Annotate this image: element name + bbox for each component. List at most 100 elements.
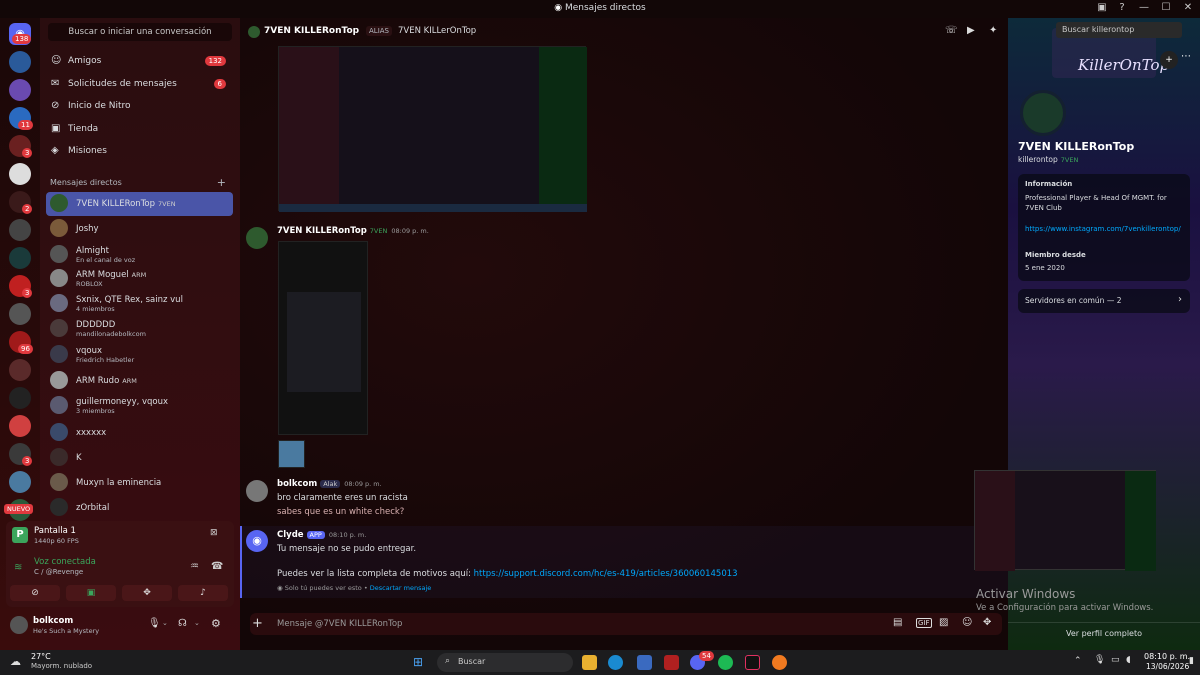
dismiss-message-link[interactable]: Descartar mensaje (370, 584, 432, 592)
clyde-avatar[interactable]: ◉ (246, 530, 268, 552)
app-icon[interactable] (637, 655, 652, 670)
profile-avatar[interactable] (1020, 90, 1066, 136)
edge-icon[interactable] (608, 655, 623, 670)
chevron-up-icon[interactable]: ⌃ (1074, 656, 1082, 666)
chevron-down-icon[interactable]: ⌄ (162, 619, 168, 627)
message-image[interactable] (278, 46, 587, 212)
headphones-icon[interactable]: ☊ (178, 618, 187, 629)
dm-item[interactable]: vqoux Friedrich Habetler (46, 343, 233, 367)
add-dm-icon[interactable]: + (217, 176, 226, 189)
dm-item[interactable]: 7VEN KILLERonTop 7VEN (46, 192, 233, 216)
dm-item[interactable]: Sxnix, QTE Rex, sainz vul 4 miembros (46, 292, 233, 316)
windows-start-icon[interactable]: ⊞ (413, 655, 428, 670)
dm-item[interactable]: K (46, 446, 233, 470)
server-icon[interactable] (9, 303, 31, 325)
requests-count-badge: 6 (213, 79, 226, 89)
server-icon[interactable] (9, 247, 31, 269)
dm-item[interactable]: ARM Moguel ARM ROBLOX (46, 267, 233, 291)
clock-date[interactable]: 13/06/2026 (1146, 662, 1189, 671)
notifications-icon[interactable]: ▮ (1189, 656, 1194, 666)
add-attachment-icon[interactable]: + (250, 613, 265, 635)
video-call-icon[interactable]: ▶ (967, 25, 975, 36)
pin-icon[interactable]: ✦ (989, 25, 997, 36)
dm-search-button[interactable]: Buscar o iniciar una conversación (48, 23, 232, 41)
server-icon[interactable] (9, 471, 31, 493)
message-text: sabes que es un white check? (277, 507, 405, 517)
share-screen-button[interactable]: ▣ (66, 585, 116, 601)
weather-desc: Mayorm. nublado (31, 662, 93, 670)
monitor-tray-icon[interactable]: ▭ (1111, 655, 1120, 665)
dm-item[interactable]: Joshy (46, 217, 233, 241)
settings-gear-icon[interactable]: ⚙ (211, 617, 221, 630)
avatar[interactable] (246, 227, 268, 249)
message-author[interactable]: bolkcom (277, 479, 317, 489)
stream-preview[interactable] (974, 470, 1156, 571)
view-full-profile-button[interactable]: Ver perfil completo (1008, 622, 1200, 644)
mutual-servers-button[interactable]: Servidores en común — 2 › (1018, 289, 1190, 313)
nav-nitro[interactable]: ⊘ Inicio de Nitro (48, 96, 234, 116)
nav-friends[interactable]: ☺ Amigos 132 (48, 51, 234, 71)
maximize-icon[interactable]: ☐ (1156, 2, 1176, 13)
app-icon[interactable] (664, 655, 679, 670)
gif-icon[interactable]: GIF (916, 618, 932, 628)
server-icon[interactable] (9, 51, 31, 73)
mic-icon[interactable]: 🎙︎ (148, 618, 161, 629)
close-icon[interactable]: ✕ (1178, 2, 1198, 13)
soundboard-button[interactable]: ♪ (178, 585, 228, 601)
minimize-icon[interactable]: — (1134, 2, 1154, 13)
avatar[interactable] (246, 480, 268, 502)
gift-icon[interactable]: ▤ (893, 617, 902, 628)
stop-stream-icon[interactable]: ⊠ (210, 528, 218, 538)
profile-link[interactable]: https://www.instagram.com/7venkilleronto… (1025, 224, 1185, 234)
dm-item[interactable]: Almight En el canal de voz (46, 243, 233, 267)
nav-message-requests[interactable]: ✉ Solicitudes de mensajes 6 (48, 74, 234, 94)
server-icon[interactable] (9, 79, 31, 101)
tiktok-icon[interactable] (745, 655, 760, 670)
message-image[interactable] (278, 241, 368, 435)
emoji-icon[interactable]: ☺ (962, 617, 972, 628)
clock-time[interactable]: 08:10 p. m. (1144, 652, 1190, 661)
nav-quests[interactable]: ◈ Misiones (48, 141, 234, 161)
chevron-down-icon[interactable]: ⌄ (194, 619, 200, 627)
dm-item-name: guillermoneyy, vqoux (76, 397, 169, 407)
apps-icon[interactable]: ✥ (983, 617, 991, 628)
dm-item[interactable]: zOrbital (46, 496, 233, 520)
mic-tray-icon[interactable]: 🎙︎ (1094, 655, 1105, 665)
monitor-icon[interactable]: ▣ (1092, 2, 1112, 13)
message-image[interactable] (278, 440, 305, 468)
dm-item[interactable]: xxxxxx (46, 421, 233, 445)
more-options-icon[interactable]: ⋯ (1181, 51, 1191, 62)
server-icon[interactable] (9, 163, 31, 185)
server-icon[interactable] (9, 219, 31, 241)
file-explorer-icon[interactable] (582, 655, 597, 670)
avatar (50, 294, 68, 312)
dm-item[interactable]: DDDDDD mandilonadebolkcom (46, 317, 233, 341)
support-link[interactable]: https://support.discord.com/hc/es-419/ar… (474, 569, 738, 579)
server-icon[interactable] (9, 359, 31, 381)
camera-button[interactable]: ⊘ (10, 585, 60, 601)
spotify-icon[interactable] (718, 655, 733, 670)
dm-item[interactable]: Muxyn la eminencia (46, 471, 233, 495)
message-input[interactable]: Mensaje @7VEN KILLERonTop (277, 619, 402, 629)
noise-suppression-icon[interactable]: ♒ (190, 561, 199, 572)
taskbar-search[interactable]: ⌕ Buscar (437, 653, 573, 672)
voice-channel[interactable]: C / @Revenge (34, 568, 83, 576)
disconnect-icon[interactable]: ☎ (211, 561, 223, 572)
add-friend-icon[interactable]: + (1160, 51, 1178, 69)
message-author[interactable]: 7VEN KILLERonTop (277, 226, 367, 236)
nav-shop[interactable]: ▣ Tienda (48, 119, 234, 139)
voice-call-icon[interactable]: ☏ (945, 25, 958, 36)
firefox-icon[interactable] (772, 655, 787, 670)
message-author[interactable]: Clyde (277, 530, 304, 540)
server-icon[interactable] (9, 387, 31, 409)
server-icon[interactable] (9, 415, 31, 437)
weather-icon[interactable]: ☁ (10, 655, 21, 668)
sticker-icon[interactable]: ▨ (939, 617, 948, 628)
dm-item[interactable]: guillermoneyy, vqoux 3 miembros (46, 394, 233, 418)
conversation-search[interactable]: Buscar killerontop (1062, 25, 1134, 34)
help-icon[interactable]: ? (1112, 2, 1132, 13)
activities-button[interactable]: ✥ (122, 585, 172, 601)
dm-item[interactable]: ARM Rudo ARM (46, 369, 233, 393)
volume-icon[interactable]: ◖ (1126, 655, 1131, 665)
avatar[interactable] (10, 616, 28, 634)
